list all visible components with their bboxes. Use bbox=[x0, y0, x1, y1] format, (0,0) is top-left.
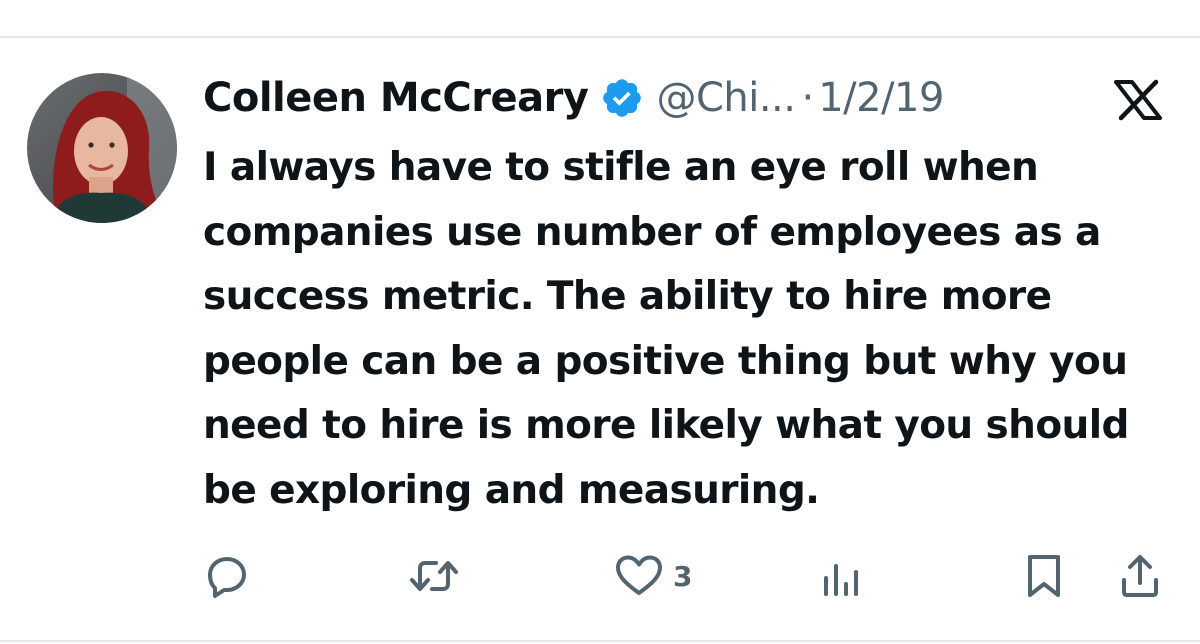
share-icon bbox=[1118, 552, 1162, 600]
tweet-card: Colleen McCreary @Chi... · 1/2/19 I alwa… bbox=[0, 0, 1200, 644]
repost-icon bbox=[408, 552, 460, 600]
reply-button[interactable] bbox=[203, 548, 251, 604]
avatar[interactable] bbox=[27, 73, 177, 223]
tweet-date[interactable]: 1/2/19 bbox=[818, 75, 944, 121]
author-handle[interactable]: @Chi... bbox=[656, 75, 796, 121]
views-icon bbox=[818, 552, 866, 600]
top-divider bbox=[0, 36, 1200, 38]
separator-dot: · bbox=[801, 75, 815, 121]
share-button[interactable] bbox=[1118, 548, 1162, 604]
reply-icon bbox=[203, 552, 251, 600]
tweet-text: I always have to stifle an eye roll when… bbox=[203, 145, 1129, 513]
x-logo-icon[interactable] bbox=[1110, 78, 1166, 122]
bookmark-icon bbox=[1024, 552, 1064, 600]
like-button[interactable]: 3 bbox=[613, 548, 692, 604]
tweet-header: Colleen McCreary @Chi... · 1/2/19 bbox=[203, 70, 1193, 126]
views-button[interactable] bbox=[818, 548, 866, 604]
repost-button[interactable] bbox=[408, 548, 460, 604]
action-bar: 3 bbox=[0, 548, 1200, 604]
like-count: 3 bbox=[673, 559, 693, 593]
heart-icon bbox=[613, 552, 665, 600]
author-name[interactable]: Colleen McCreary bbox=[203, 75, 589, 121]
verified-badge-icon bbox=[600, 76, 644, 120]
bottom-divider bbox=[0, 640, 1200, 642]
bookmark-button[interactable] bbox=[1024, 548, 1064, 604]
